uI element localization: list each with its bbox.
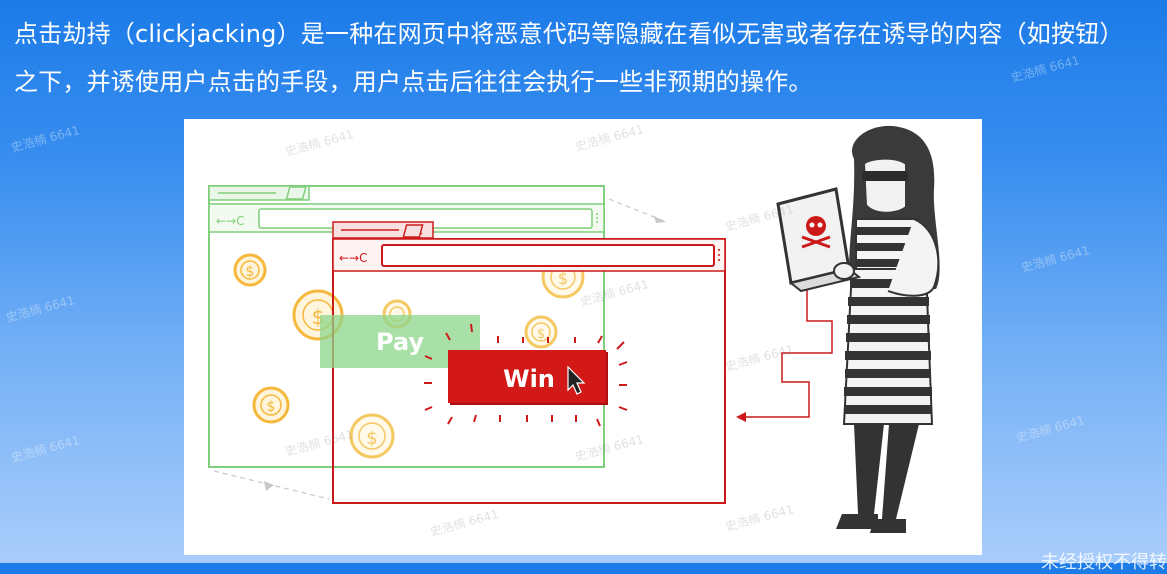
win-button-label: Win [503, 365, 555, 393]
coin: $ [349, 413, 395, 459]
watermark: 史浩楠 6641 [9, 433, 82, 465]
intro-line-2: 之下，并诱使用户点击的手段，用户点击后往往会执行一些非预期的操作。 [14, 68, 813, 96]
clickjacking-illustration: × ←→C $ $ $ $ [184, 119, 982, 555]
nav-icons: ←→C [216, 214, 245, 228]
svg-text:$: $ [267, 399, 276, 415]
illustration-svg: × ←→C $ $ $ $ [208, 125, 940, 533]
pay-button-label: Pay [376, 328, 424, 356]
copyright-notice: 未经授权不得转 [1041, 552, 1167, 573]
watermark: 史浩楠 6641 [1019, 243, 1092, 275]
watermark: 史浩楠 6641 [1014, 413, 1087, 445]
svg-text:$: $ [246, 264, 255, 280]
watermark: 史浩楠 6641 [9, 123, 82, 155]
hacker-figure-icon [776, 125, 940, 533]
coin: $ [252, 386, 290, 424]
intro-line-1: 点击劫持（clickjacking）是一种在网页中将恶意代码等隐藏在看似无害或者… [14, 20, 1124, 48]
arrow-head [264, 481, 274, 491]
intro-text: 点击劫持（clickjacking）是一种在网页中将恶意代码等隐藏在看似无害或者… [14, 10, 1167, 106]
watermark: 史浩楠 6641 [4, 293, 77, 325]
svg-text:$: $ [537, 327, 545, 342]
win-button: Win [448, 350, 608, 405]
coin: $ [233, 253, 267, 287]
nav-icons: ←→C [339, 251, 368, 265]
svg-text:$: $ [366, 428, 377, 449]
address-bar [381, 244, 715, 267]
arrow-head [654, 216, 666, 223]
svg-text:$: $ [558, 269, 568, 288]
coin: $ [524, 315, 558, 349]
